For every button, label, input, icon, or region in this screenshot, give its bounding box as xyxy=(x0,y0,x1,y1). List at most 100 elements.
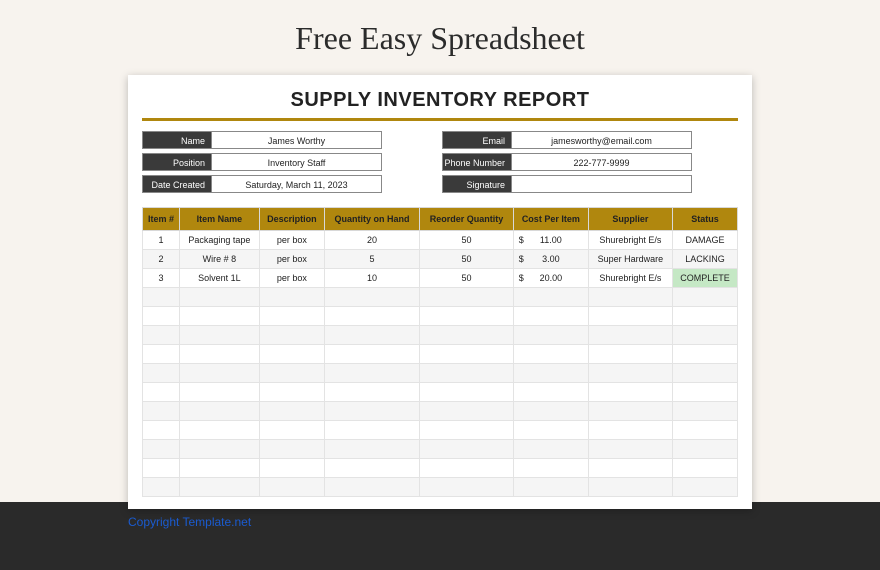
table-cell: 5 xyxy=(324,250,419,269)
table-cell: 20 xyxy=(324,231,419,250)
field-label: Date Created xyxy=(142,175,212,193)
table-cell xyxy=(179,383,259,402)
table-cell: COMPLETE xyxy=(672,269,737,288)
table-cell xyxy=(513,326,588,345)
table-cell xyxy=(420,326,514,345)
table-row-empty xyxy=(143,307,738,326)
table-cell xyxy=(420,383,514,402)
table-cell xyxy=(588,364,672,383)
info-field: Emailjamesworthy@email.com xyxy=(442,131,692,149)
table-cell: per box xyxy=(259,250,324,269)
info-column-left: NameJames Worthy PositionInventory Staff D… xyxy=(142,131,382,193)
table-cell xyxy=(672,421,737,440)
table-cell xyxy=(672,402,737,421)
table-cell: $20.00 xyxy=(513,269,588,288)
table-cell xyxy=(672,345,737,364)
table-cell xyxy=(143,440,180,459)
table-row-empty xyxy=(143,383,738,402)
table-cell xyxy=(588,345,672,364)
table-cell xyxy=(259,345,324,364)
table-cell xyxy=(588,307,672,326)
column-header: Reorder Quantity xyxy=(420,208,514,231)
table-cell: 2 xyxy=(143,250,180,269)
table-row: 3Solvent 1Lper box1050$20.00Shurebright … xyxy=(143,269,738,288)
table-cell xyxy=(513,421,588,440)
table-cell xyxy=(259,326,324,345)
table-row-empty xyxy=(143,402,738,421)
table-cell xyxy=(324,307,419,326)
table-cell xyxy=(179,364,259,383)
table-cell xyxy=(324,288,419,307)
table-cell xyxy=(513,402,588,421)
table-cell xyxy=(420,459,514,478)
table-cell xyxy=(324,402,419,421)
table-cell xyxy=(588,402,672,421)
table-cell xyxy=(324,364,419,383)
info-field: NameJames Worthy xyxy=(142,131,382,149)
field-value: James Worthy xyxy=(212,131,382,149)
table-cell xyxy=(143,326,180,345)
table-cell xyxy=(588,440,672,459)
info-field: PositionInventory Staff xyxy=(142,153,382,171)
column-header: Item Name xyxy=(179,208,259,231)
table-cell: 1 xyxy=(143,231,180,250)
field-label: Email xyxy=(442,131,512,149)
table-row-empty xyxy=(143,345,738,364)
field-value: jamesworthy@email.com xyxy=(512,131,692,149)
table-cell xyxy=(420,402,514,421)
table-cell xyxy=(588,383,672,402)
table-cell xyxy=(179,440,259,459)
table-cell xyxy=(672,326,737,345)
table-cell: 50 xyxy=(420,269,514,288)
table-cell xyxy=(143,478,180,497)
table-cell xyxy=(672,307,737,326)
table-cell xyxy=(259,402,324,421)
table-cell xyxy=(143,459,180,478)
column-header: Supplier xyxy=(588,208,672,231)
table-cell: $11.00 xyxy=(513,231,588,250)
table-cell xyxy=(588,326,672,345)
table-cell: Packaging tape xyxy=(179,231,259,250)
table-cell xyxy=(588,288,672,307)
table-cell: 50 xyxy=(420,231,514,250)
table-cell: 50 xyxy=(420,250,514,269)
table-header-row: Item #Item NameDescriptionQuantity on Ha… xyxy=(143,208,738,231)
table-cell xyxy=(143,402,180,421)
table-cell xyxy=(179,326,259,345)
table-row-empty xyxy=(143,478,738,497)
table-cell xyxy=(179,459,259,478)
field-label: Position xyxy=(142,153,212,171)
table-cell xyxy=(324,459,419,478)
field-label: Phone Number xyxy=(442,153,512,171)
spreadsheet-document: SUPPLY INVENTORY REPORT NameJames Worthy… xyxy=(128,75,752,509)
table-cell xyxy=(588,421,672,440)
table-cell: Shurebright E/s xyxy=(588,269,672,288)
field-label: Signature xyxy=(442,175,512,193)
page-title: Free Easy Spreadsheet xyxy=(0,0,880,75)
table-row-empty xyxy=(143,364,738,383)
info-section: NameJames Worthy PositionInventory Staff D… xyxy=(142,131,738,193)
table-cell xyxy=(420,440,514,459)
field-value: Saturday, March 11, 2023 xyxy=(212,175,382,193)
table-cell xyxy=(259,421,324,440)
table-cell xyxy=(513,345,588,364)
table-cell xyxy=(588,459,672,478)
table-cell xyxy=(324,326,419,345)
column-header: Status xyxy=(672,208,737,231)
footer-bar xyxy=(0,502,880,570)
table-cell xyxy=(420,288,514,307)
table-cell xyxy=(143,345,180,364)
table-cell: LACKING xyxy=(672,250,737,269)
report-title: SUPPLY INVENTORY REPORT xyxy=(142,89,738,118)
table-cell xyxy=(259,364,324,383)
table-row-empty xyxy=(143,326,738,345)
table-cell: Solvent 1L xyxy=(179,269,259,288)
table-cell: Wire # 8 xyxy=(179,250,259,269)
table-cell: Super Hardware xyxy=(588,250,672,269)
table-cell xyxy=(259,478,324,497)
copyright-link[interactable]: Copyright Template.net xyxy=(128,515,752,529)
field-label: Name xyxy=(142,131,212,149)
table-cell xyxy=(513,364,588,383)
table-cell xyxy=(420,307,514,326)
table-cell xyxy=(513,383,588,402)
